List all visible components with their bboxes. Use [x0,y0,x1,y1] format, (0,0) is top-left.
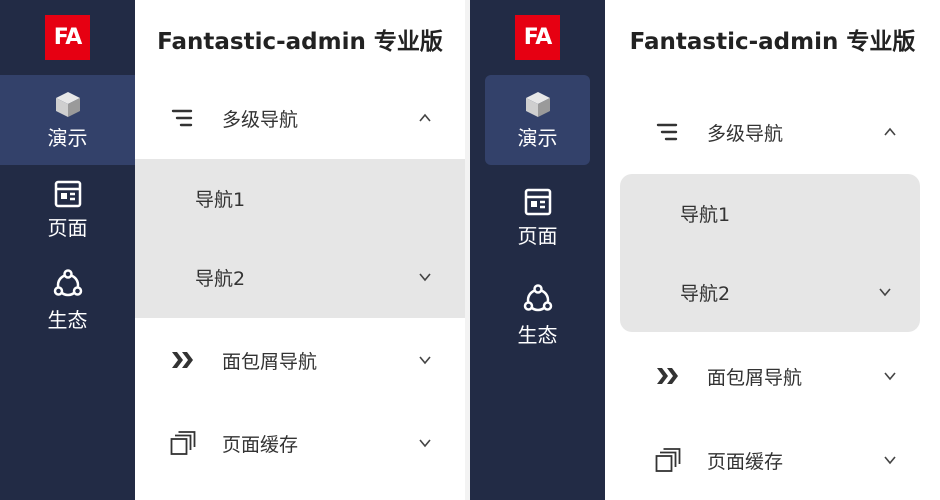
menu-item-label: 多级导航 [707,122,784,145]
submenu-item-nav2[interactable]: 导航2 [620,253,920,331]
menu-item-label: 多级导航 [222,108,299,131]
submenu-item-label: 导航2 [680,282,731,305]
menu-item-breadcrumb[interactable]: 面包屑导航 [135,320,465,400]
rail-item-label: 生态 [47,307,88,332]
chevron-up-icon [415,108,435,128]
submenu-item-label: 导航1 [195,188,246,211]
menu-item-label: 页面缓存 [222,433,299,456]
right-layout-panel: FA 演示 页面 生态 Fantastic-admin 专业版 多级导航 导航1… [470,0,940,500]
chevron-down-icon [415,267,435,287]
menu-item-label: 页面缓存 [707,450,784,473]
page-icon [54,180,82,208]
chevron-down-icon [880,366,900,386]
rail-item-pages[interactable]: 页面 [0,165,135,255]
logo-text: FA [523,25,553,50]
double-chevron-icon [168,345,198,375]
chevron-down-icon [880,450,900,470]
chevron-down-icon [415,350,435,370]
rail-item-demo[interactable]: 演示 [0,75,135,165]
menu-item-multilevel[interactable]: 多级导航 [605,92,940,172]
menu-item-multilevel[interactable]: 多级导航 [135,78,465,158]
sub-sidebar: Fantastic-admin 专业版 多级导航 导航1 导航2 面包屑导航 页… [135,0,465,500]
submenu-item-nav2[interactable]: 导航2 [135,238,465,316]
ecosystem-icon [52,268,84,300]
rail-item-label: 页面 [517,223,558,248]
submenu-item-nav1[interactable]: 导航1 [620,174,920,252]
double-chevron-icon [653,361,683,391]
rail-item-label: 演示 [517,125,558,150]
menu-item-page-cache[interactable]: 页面缓存 [605,420,940,500]
rail-item-ecosystem[interactable]: 生态 [470,270,605,360]
submenu-item-label: 导航1 [680,203,731,226]
rail-item-ecosystem[interactable]: 生态 [0,255,135,345]
cube-icon [524,90,552,118]
menu-item-breadcrumb[interactable]: 面包屑导航 [605,336,940,416]
logo-text: FA [53,25,83,50]
windows-icon [168,428,198,458]
page-icon [524,188,552,216]
windows-icon [653,445,683,475]
menu-item-label: 面包屑导航 [222,350,318,373]
app-title: Fantastic-admin 专业版 [157,29,443,55]
submenu-item-label: 导航2 [195,267,246,290]
rail-item-pages[interactable]: 页面 [470,173,605,263]
list-icon [168,103,198,133]
rail-item-label: 页面 [47,215,88,240]
rail-item-label: 演示 [47,125,88,150]
chevron-down-icon [875,282,895,302]
main-sidebar: FA 演示 页面 生态 [470,0,605,500]
chevron-up-icon [880,122,900,142]
menu-item-label: 面包屑导航 [707,366,803,389]
app-logo[interactable]: FA [45,15,90,60]
rail-item-demo[interactable]: 演示 [485,75,590,165]
rail-item-label: 生态 [517,322,558,347]
app-logo[interactable]: FA [515,15,560,60]
menu-item-page-cache[interactable]: 页面缓存 [135,403,465,483]
sub-sidebar: Fantastic-admin 专业版 多级导航 导航1 导航2 面包屑导航 页… [605,0,940,500]
ecosystem-icon [522,283,554,315]
chevron-down-icon [415,433,435,453]
cube-icon [54,90,82,118]
submenu-item-nav1[interactable]: 导航1 [135,159,465,237]
app-title: Fantastic-admin 专业版 [629,29,916,55]
list-icon [653,117,683,147]
left-layout-panel: FA 演示 页面 生态 Fantastic-admin 专业版 多级导航 导航1… [0,0,465,500]
main-sidebar: FA 演示 页面 生态 [0,0,135,500]
